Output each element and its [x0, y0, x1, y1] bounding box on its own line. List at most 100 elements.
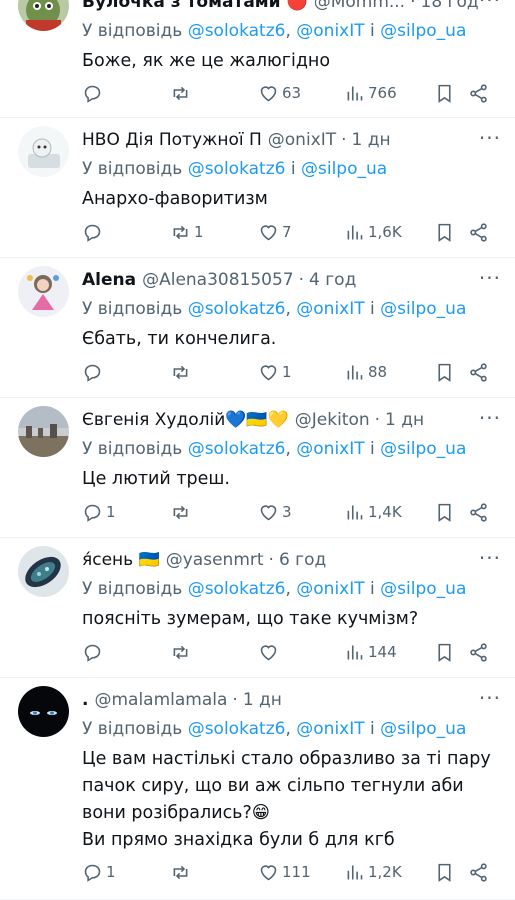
- mention-link[interactable]: @onixIT: [296, 299, 364, 319]
- like-button[interactable]: [258, 642, 282, 663]
- bookmark-icon: [438, 503, 451, 522]
- views-button[interactable]: 1,2K: [344, 862, 402, 883]
- share-button[interactable]: [468, 83, 489, 104]
- timestamp[interactable]: 6 год: [279, 550, 326, 570]
- display-name[interactable]: Євгенія Худолій💙🇺🇦💛: [82, 410, 289, 430]
- reply-item[interactable]: НВО Дія Потужної П @onixIT · 1 дн ··· У …: [0, 118, 515, 258]
- mention-link[interactable]: @solokatz6: [188, 579, 286, 599]
- bookmark-button[interactable]: [434, 362, 455, 383]
- bookmark-button[interactable]: [434, 642, 455, 663]
- mention-link[interactable]: @silpo_ua: [301, 159, 387, 179]
- mention-link[interactable]: @solokatz6: [188, 299, 286, 319]
- views-icon: [347, 225, 363, 239]
- display-name[interactable]: .: [82, 690, 88, 710]
- repost-button[interactable]: [170, 83, 194, 104]
- like-button[interactable]: 7: [258, 222, 292, 243]
- user-handle[interactable]: @Alena30815057: [142, 270, 294, 290]
- avatar[interactable]: [18, 266, 69, 317]
- share-icon: [470, 642, 487, 662]
- avatar[interactable]: [18, 686, 69, 737]
- and-word: і: [370, 439, 375, 459]
- more-options-icon[interactable]: ···: [479, 0, 501, 12]
- user-handle[interactable]: @malamlamala: [94, 690, 227, 710]
- more-options-icon[interactable]: ···: [479, 126, 501, 150]
- repost-button[interactable]: 1: [170, 222, 204, 243]
- mention-link[interactable]: @silpo_ua: [380, 579, 466, 599]
- avatar[interactable]: [18, 126, 69, 177]
- reply-button[interactable]: 1: [82, 502, 116, 523]
- mention-link[interactable]: @solokatz6: [188, 439, 286, 459]
- like-button[interactable]: 3: [258, 502, 292, 523]
- more-options-icon[interactable]: ···: [479, 546, 501, 570]
- repost-button[interactable]: [170, 862, 194, 883]
- mention-link[interactable]: @silpo_ua: [380, 299, 466, 319]
- display-name[interactable]: я́сень 🇺🇦: [82, 550, 160, 570]
- repost-button[interactable]: [170, 502, 194, 523]
- share-button[interactable]: [468, 502, 489, 523]
- reply-to-line: У відповідь @solokatz6, @onixIT і @silpo…: [82, 299, 467, 319]
- user-handle[interactable]: @Momm...: [314, 0, 405, 12]
- timestamp[interactable]: 1 дн: [385, 410, 424, 430]
- bookmark-button[interactable]: [434, 862, 455, 883]
- mention-link[interactable]: @silpo_ua: [380, 21, 466, 41]
- reply-button[interactable]: [82, 362, 106, 383]
- like-button[interactable]: 111: [258, 862, 311, 883]
- display-name[interactable]: НВО Дія Потужної П: [82, 130, 262, 150]
- user-handle[interactable]: @yasenmrt: [166, 550, 264, 570]
- display-name[interactable]: Булочка з томатами 🔴: [82, 0, 308, 12]
- mention-link[interactable]: @solokatz6: [188, 159, 286, 179]
- mention-link[interactable]: @onixIT: [296, 21, 364, 41]
- bookmark-button[interactable]: [434, 222, 455, 243]
- mention-link[interactable]: @solokatz6: [188, 21, 286, 41]
- views-button[interactable]: 88: [344, 362, 387, 383]
- avatar[interactable]: [18, 0, 69, 31]
- mention-link[interactable]: @solokatz6: [188, 719, 286, 739]
- views-button[interactable]: 1,6K: [344, 222, 402, 243]
- like-button[interactable]: 1: [258, 362, 292, 383]
- reply-item[interactable]: я́сень 🇺🇦 @yasenmrt · 6 год ··· У відпов…: [0, 538, 515, 678]
- user-handle[interactable]: @Jekiton: [295, 410, 370, 430]
- share-button[interactable]: [468, 862, 489, 883]
- views-button[interactable]: 144: [344, 642, 397, 663]
- bookmark-button[interactable]: [434, 83, 455, 104]
- heart-icon: [260, 85, 277, 101]
- repost-button[interactable]: [170, 642, 194, 663]
- bookmark-button[interactable]: [434, 502, 455, 523]
- reply-button[interactable]: [82, 642, 106, 663]
- reply-item[interactable]: . @malamlamala · 1 дн ··· У відповідь @s…: [0, 678, 515, 900]
- timestamp[interactable]: 18 год: [421, 0, 479, 12]
- timestamp[interactable]: 1 дн: [243, 690, 282, 710]
- reply-item[interactable]: Булочка з томатами 🔴 @Momm... · 18 год ·…: [0, 0, 515, 118]
- reply-button[interactable]: [82, 83, 106, 104]
- bookmark-icon: [438, 223, 451, 242]
- reply-item[interactable]: Євгенія Худолій💙🇺🇦💛 @Jekiton · 1 дн ··· …: [0, 398, 515, 538]
- text-line: Це вам настількі стало образливо за ті п…: [82, 749, 491, 769]
- like-button[interactable]: 63: [258, 83, 301, 104]
- action-bar: 1 111 1,2K: [82, 859, 501, 885]
- more-options-icon[interactable]: ···: [479, 406, 501, 430]
- mention-link[interactable]: @onixIT: [296, 439, 364, 459]
- mention-link[interactable]: @onixIT: [296, 579, 364, 599]
- views-icon: [347, 505, 363, 519]
- reply-button[interactable]: 1: [82, 862, 116, 883]
- reply-item[interactable]: Alena @Alena30815057 · 4 год ··· У відпо…: [0, 258, 515, 398]
- mention-link[interactable]: @silpo_ua: [380, 719, 466, 739]
- repost-button[interactable]: [170, 362, 194, 383]
- user-handle[interactable]: @onixIT: [268, 130, 336, 150]
- avatar[interactable]: [18, 546, 69, 597]
- more-options-icon[interactable]: ···: [479, 266, 501, 290]
- share-icon: [470, 862, 487, 882]
- views-button[interactable]: 766: [344, 83, 397, 104]
- share-button[interactable]: [468, 362, 489, 383]
- mention-link[interactable]: @onixIT: [296, 719, 364, 739]
- share-button[interactable]: [468, 642, 489, 663]
- avatar[interactable]: [18, 406, 69, 457]
- timestamp[interactable]: 4 год: [309, 270, 356, 290]
- views-button[interactable]: 1,4K: [344, 502, 402, 523]
- mention-link[interactable]: @silpo_ua: [380, 439, 466, 459]
- reply-button[interactable]: [82, 222, 106, 243]
- share-button[interactable]: [468, 222, 489, 243]
- timestamp[interactable]: 1 дн: [352, 130, 391, 150]
- display-name[interactable]: Alena: [82, 270, 136, 290]
- more-options-icon[interactable]: ···: [479, 686, 501, 710]
